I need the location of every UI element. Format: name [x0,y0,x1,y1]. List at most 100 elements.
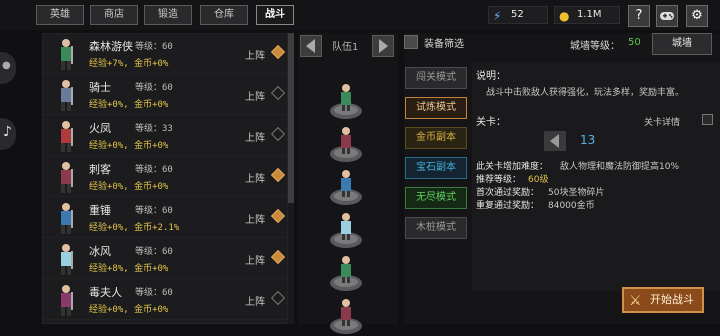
desc-title: 说明： [476,71,506,82]
deploy-toggle[interactable] [270,126,286,142]
hero-name: 森林游侠 [89,40,133,53]
hero-portrait [61,39,73,70]
tab-warehouse[interactable]: 仓库 [200,5,248,25]
recommended-level-value: 60级 [528,175,549,185]
hero-name: 冰风 [89,245,111,258]
battle-panel: 装备筛选 城墙等级： 50 城墙 闯关模式 试炼模式 金币副本 宝石副本 无尽模式 木桩模… [404,33,720,324]
arrow-right-icon [379,39,388,53]
deploy-label[interactable]: 上阵 [245,170,265,185]
mode-button[interactable]: 宝石副本 [405,157,467,179]
hero-row[interactable]: 刺客 等级：60 经验+0%, 金币+0% 上阵 [43,157,287,197]
hero-row[interactable]: 森林游侠 等级：60 经验+7%, 金币+0% 上阵 [43,34,287,74]
hero-row[interactable]: 重锤 等级：60 经验+0%, 金币+2.1% 上阵 [43,198,287,238]
deploy-label[interactable]: 上阵 [245,129,265,144]
gold-coin-icon: ● [559,9,570,23]
side-chat-button[interactable]: ● [0,52,16,84]
gold-value: 1.1M [577,9,602,20]
deploy-toggle[interactable] [270,290,286,306]
hero-name: 骑士 [89,81,111,94]
lightning-icon: ⚡ [493,9,502,23]
start-battle-label: 开始战斗 [650,293,694,306]
crossed-swords-icon: ⚔ [629,293,642,309]
deploy-toggle[interactable] [270,208,286,224]
team-slot[interactable] [326,79,366,121]
side-music-button[interactable]: ♪ [0,118,16,150]
hero-bonus: 经验+8%, 金币+0% [89,264,169,274]
hero-row[interactable]: 骑士 等级：60 经验+0%, 金币+0% 上阵 [43,75,287,115]
tab-shop[interactable]: 商店 [90,5,138,25]
deploy-toggle[interactable] [270,85,286,101]
team-prev-button[interactable] [300,35,322,57]
team-next-button[interactable] [372,35,394,57]
help-icon: ? [635,8,643,23]
hero-bonus: 经验+7%, 金币+0% [89,59,169,69]
deploy-label[interactable]: 上阵 [245,47,265,62]
deploy-label[interactable]: 上阵 [245,88,265,103]
repeat-reward-value: 84000金币 [548,201,595,211]
deploy-label[interactable]: 上阵 [245,293,265,308]
hero-level: 等级：60 [135,206,173,216]
hero-list-scrollbar[interactable] [288,33,294,324]
hero-row[interactable]: 毒夫人 等级：60 经验+0%, 金币+0% 上阵 [43,280,287,320]
hero-level: 等级：60 [135,165,173,175]
stage-prev-button[interactable] [544,131,566,151]
equipment-filter-checkbox[interactable] [404,35,418,49]
mode-button[interactable]: 无尽模式 [405,187,467,209]
help-button[interactable]: ? [628,5,650,27]
team-panel: 队伍1 [298,33,398,334]
recommended-level-label: 推荐等级： [476,175,522,185]
first-reward-label: 首次通过奖励： [476,188,540,198]
hero-name: 刺客 [89,163,111,176]
wall-button[interactable]: 城墙 [652,33,712,55]
gamepad-button[interactable] [656,5,678,27]
hero-name: 火凤 [89,122,111,135]
hero-bonus: 经验+0%, 金币+0% [89,141,169,151]
hero-portrait [61,121,73,152]
hero-bonus: 经验+0%, 金币+0% [89,182,169,192]
repeat-reward-label: 重复通过奖励： [476,201,540,211]
tab-forge[interactable]: 锻造 [144,5,192,25]
deploy-toggle[interactable] [270,167,286,183]
team-name: 队伍1 [332,42,359,53]
hero-bonus: 经验+0%, 金币+2.1% [89,223,180,233]
mode-button[interactable]: 闯关模式 [405,67,467,89]
hero-row[interactable]: 火凤 等级：33 经验+0%, 金币+0% 上阵 [43,116,287,156]
mode-button[interactable]: 试炼模式 [405,97,467,119]
gold-counter: ● 1.1M [554,6,620,24]
hero-row[interactable]: 冰风 等级：60 经验+8%, 金币+0% 上阵 [43,239,287,279]
top-bar: 英雄 商店 锻造 仓库 战斗 ⚡ 52 ● 1.1M ? ⚙ [0,0,720,30]
deploy-toggle[interactable] [270,44,286,60]
hero-level: 等级：33 [135,124,173,134]
settings-button[interactable]: ⚙ [686,5,708,27]
hero-bonus: 经验+0%, 金币+0% [89,100,169,110]
gamepad-icon [660,12,674,20]
tab-battle[interactable]: 战斗 [256,5,294,25]
first-reward-value: 50块圣物碎片 [548,188,605,198]
mode-button[interactable]: 金币副本 [405,127,467,149]
mode-button[interactable]: 木桩模式 [405,217,467,239]
wall-level-label: 城墙等级： [570,41,620,52]
difficulty-label: 此关卡增加难度： [476,162,549,172]
stage-label: 关卡： [476,117,506,128]
energy-counter: ⚡ 52 [488,6,548,24]
deploy-label[interactable]: 上阵 [245,252,265,267]
hero-portrait [61,80,73,111]
tab-heroes[interactable]: 英雄 [36,5,84,25]
start-battle-button[interactable]: ⚔ 开始战斗 [622,287,704,313]
hero-portrait [61,162,73,193]
stage-detail-link[interactable]: 关卡详情 [644,115,680,128]
team-slot[interactable] [326,208,366,250]
deploy-toggle[interactable] [270,249,286,265]
team-slot[interactable] [326,251,366,293]
deploy-label[interactable]: 上阵 [245,211,265,226]
hero-portrait [61,203,73,234]
team-slot[interactable] [326,122,366,164]
chat-icon: ● [2,60,11,71]
team-slot[interactable] [326,165,366,207]
arrow-left-icon [550,134,559,148]
stage-detail-checkbox[interactable] [702,114,713,125]
arrow-left-icon [306,39,315,53]
scrollbar-thumb[interactable] [288,33,294,203]
hero-level: 等级：60 [135,247,173,257]
team-slot[interactable] [326,294,366,336]
